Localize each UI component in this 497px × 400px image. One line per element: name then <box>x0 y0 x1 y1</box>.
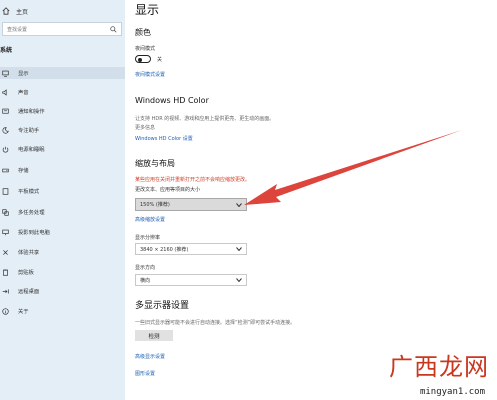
advanced-display-link[interactable]: 高级显示设置 <box>135 353 165 360</box>
sidebar-item-clipboard[interactable]: 剪贴板 <box>0 266 125 278</box>
resolution-label: 显示分辨率 <box>135 235 161 241</box>
sidebar-item-label: 存储 <box>18 168 29 174</box>
sidebar-item-multitasking[interactable]: 多任务处理 <box>0 206 125 218</box>
page-title: 显示 <box>135 3 160 17</box>
night-light-settings-link[interactable]: 夜间模式设置 <box>135 71 165 78</box>
settings-sidebar: 主页 查找设置 系统 显示 声音 通知和操作 专注助手 电源和睡眠 存储 平板模… <box>0 0 125 400</box>
moon-icon <box>2 126 9 134</box>
sidebar-item-tablet[interactable]: 平板模式 <box>0 185 125 197</box>
sidebar-item-label: 声音 <box>18 90 29 96</box>
sidebar-home-label: 主页 <box>16 8 29 16</box>
sidebar-item-about[interactable]: 关于 <box>0 305 125 317</box>
sidebar-item-power[interactable]: 电源和睡眠 <box>0 143 125 155</box>
toggle-state-label: 关 <box>157 57 163 63</box>
sidebar-item-display[interactable]: 显示 <box>0 67 125 79</box>
night-light-label: 夜间模式 <box>135 46 156 52</box>
advanced-scaling-link[interactable]: 高级缩放设置 <box>135 216 165 223</box>
search-placeholder: 查找设置 <box>7 26 28 33</box>
orientation-label: 显示方向 <box>135 265 156 271</box>
display-settings-pane: 显示 颜色 夜间模式 关 夜间模式设置 Windows HD Color 让支持… <box>125 0 497 400</box>
scale-label: 更改文本、应用等项目的大小 <box>135 187 201 193</box>
sidebar-item-shared[interactable]: 体验共享 <box>0 246 125 258</box>
multiple-displays-description: 一些旧式显示器可能不会进行自动连接。选择“检测”即可尝试手动连接。 <box>135 320 296 326</box>
sidebar-item-label: 体验共享 <box>18 250 40 256</box>
power-icon <box>2 146 9 153</box>
monitor-icon <box>2 70 9 77</box>
tablet-icon <box>2 187 9 195</box>
sidebar-home[interactable]: 主页 <box>0 4 28 18</box>
sidebar-item-label: 专注助手 <box>18 128 40 134</box>
project-icon <box>2 229 9 235</box>
orientation-dropdown[interactable]: 横向 <box>135 274 247 286</box>
color-heading: 颜色 <box>135 28 151 37</box>
chevron-down-icon <box>236 247 242 251</box>
speaker-icon <box>2 88 7 96</box>
orientation-value: 横向 <box>140 277 151 284</box>
sidebar-item-focus-assist[interactable]: 专注助手 <box>0 124 125 136</box>
sidebar-item-label: 平板模式 <box>18 189 40 195</box>
sidebar-item-notifications[interactable]: 通知和操作 <box>0 105 125 117</box>
chevron-down-icon <box>236 278 242 282</box>
sidebar-item-label: 投影到此电脑 <box>18 230 50 236</box>
toggle-knob <box>138 57 142 62</box>
hdr-heading: Windows HD Color <box>135 96 209 105</box>
sidebar-item-label: 远程桌面 <box>18 289 40 295</box>
resolution-dropdown[interactable]: 3840 × 2160 (推荐) <box>135 243 247 255</box>
sidebar-item-label: 通知和操作 <box>18 109 45 115</box>
hdr-more-info: 更多信息 <box>135 125 156 131</box>
scale-dropdown[interactable]: 150% (推荐) <box>135 198 247 211</box>
hdr-description: 让支持 HDR 的视频、游戏和应用上提供更亮、更生动的画面。 <box>135 116 275 122</box>
remote-icon <box>2 288 9 294</box>
graphics-settings-link[interactable]: 图形设置 <box>135 370 155 377</box>
sidebar-item-storage[interactable]: 存储 <box>0 164 125 176</box>
sidebar-search-input[interactable]: 查找设置 <box>2 22 122 36</box>
scale-warning: 某些应用在关闭并重新打开之前不会响应缩放更改。 <box>135 177 251 183</box>
resolution-value: 3840 × 2160 (推荐) <box>140 246 189 253</box>
notification-icon <box>2 108 9 114</box>
home-icon <box>2 7 10 15</box>
sidebar-item-label: 多任务处理 <box>18 210 45 216</box>
multiple-displays-heading: 多显示器设置 <box>135 301 190 311</box>
watermark-url: mingyan1.com <box>419 387 485 397</box>
scale-value: 150% (推荐) <box>140 202 170 208</box>
share-icon <box>3 249 8 255</box>
sidebar-item-label: 剪贴板 <box>18 270 34 276</box>
sidebar-item-label: 关于 <box>18 309 29 315</box>
sidebar-item-projecting[interactable]: 投影到此电脑 <box>0 226 125 238</box>
chevron-down-icon <box>236 202 242 207</box>
scale-layout-heading: 缩放与布局 <box>135 159 175 168</box>
sidebar-item-label: 电源和睡眠 <box>18 147 45 153</box>
multitask-icon <box>2 208 9 216</box>
sidebar-section-title: 系统 <box>0 47 13 54</box>
watermark-text: 广西龙网 <box>389 353 489 381</box>
sidebar-item-sound[interactable]: 声音 <box>0 86 125 98</box>
clipboard-icon <box>3 269 8 276</box>
hdr-settings-link[interactable]: Windows HD Color 设置 <box>135 135 193 142</box>
storage-icon <box>2 168 9 172</box>
info-icon <box>2 307 9 315</box>
night-light-toggle[interactable] <box>135 55 151 63</box>
sidebar-item-remote-desktop[interactable]: 远程桌面 <box>0 285 125 297</box>
detect-button[interactable]: 检测 <box>135 330 173 341</box>
sidebar-item-label: 显示 <box>18 71 29 77</box>
search-icon <box>110 25 117 33</box>
